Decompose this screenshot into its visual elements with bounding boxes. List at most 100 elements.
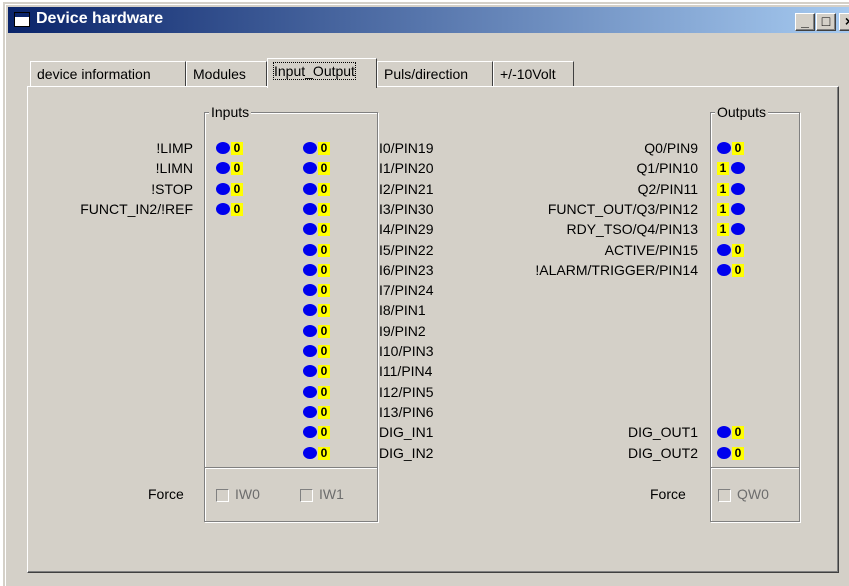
force-iw0-label: IW0: [235, 486, 260, 502]
led-dot-icon: [303, 263, 317, 276]
outputs-force-label: Force: [650, 486, 686, 502]
led-value: 0: [732, 142, 744, 155]
led-dot-icon: [717, 263, 731, 276]
window-title: Device hardware: [36, 10, 164, 27]
led-value: 0: [732, 243, 744, 257]
led-dot-icon: [303, 385, 317, 398]
tab-puls-direction[interactable]: Puls/direction: [377, 61, 493, 86]
inputs-group-caption: Inputs: [209, 104, 252, 120]
led-value: 0: [318, 243, 330, 257]
led-value: 0: [318, 446, 330, 460]
input-led: 0: [301, 343, 335, 360]
input-led: 0: [301, 160, 335, 177]
output-signal-label: Q1/PIN10: [636, 160, 698, 177]
force-iw1-checkbox[interactable]: [300, 489, 313, 502]
input-led: 0: [301, 424, 335, 441]
led-dot-icon: [303, 324, 317, 337]
force-qw0-label: QW0: [737, 486, 769, 502]
led-value: 0: [318, 202, 330, 216]
led-dot-icon: [731, 162, 745, 175]
led-dot-icon: [216, 202, 230, 215]
output-led: 0: [715, 242, 749, 259]
led-dot-icon: [303, 142, 317, 154]
outputs-group-caption: Outputs: [715, 104, 769, 120]
tab-modules[interactable]: Modules: [186, 61, 267, 86]
tab-device-information[interactable]: device information: [30, 61, 186, 86]
input-led: 0: [214, 140, 248, 157]
led-value: 1: [717, 202, 729, 216]
output-signal-label: Q2/PIN11: [637, 180, 698, 197]
led-value: 0: [231, 202, 243, 216]
input-signal-label: I6/PIN23: [379, 261, 434, 278]
output-signal-label: RDY_TSO/Q4/PIN13: [566, 221, 699, 238]
led-value: 0: [231, 142, 243, 155]
output-signal-label: ACTIVE/PIN15: [604, 241, 698, 258]
input-signal-label: I2/PIN21: [379, 180, 434, 197]
led-dot-icon: [303, 405, 317, 418]
input-led: 0: [301, 201, 335, 218]
led-dot-icon: [731, 202, 745, 215]
output-led: 1: [715, 221, 749, 238]
input-led: 0: [301, 282, 335, 299]
close-button[interactable]: ×: [839, 13, 849, 31]
led-value: 0: [318, 365, 330, 379]
title-bar[interactable]: Device hardware _ □ ×: [8, 7, 849, 33]
outputs-force-separator: [711, 467, 799, 469]
output-signal-label: DIG_OUT1: [627, 424, 698, 441]
output-led: 0: [715, 424, 749, 441]
input-signal-label: DIG_IN2: [379, 444, 434, 461]
led-dot-icon: [303, 243, 317, 256]
input-led: 0: [301, 242, 335, 259]
input-signal-label: FUNCT_IN2/!REF: [80, 200, 193, 217]
led-dot-icon: [303, 446, 317, 459]
output-led: 1: [715, 201, 749, 218]
led-dot-icon: [303, 182, 317, 195]
input-led: 0: [301, 221, 335, 238]
input-led: 0: [301, 445, 335, 462]
input-signal-label: I11/PIN4: [379, 363, 433, 380]
input-signal-label: I9/PIN2: [379, 322, 426, 339]
led-value: 0: [318, 142, 330, 155]
tab-input-output[interactable]: Input_Output: [267, 58, 377, 88]
input-led: 0: [301, 323, 335, 340]
led-dot-icon: [303, 284, 317, 297]
led-value: 0: [318, 385, 330, 399]
led-dot-icon: [303, 345, 317, 357]
maximize-button[interactable]: □: [816, 13, 836, 31]
led-dot-icon: [303, 162, 317, 175]
output-led: 0: [715, 140, 749, 157]
input-signal-label: I3/PIN30: [379, 200, 434, 217]
input-signal-label: I1/PIN20: [379, 160, 434, 177]
input-output-panel: Inputs Outputs !LIMP 0 !LIMN 0 !STOP 0 FUNCT_I…: [27, 86, 839, 573]
inputs-force-separator: [205, 467, 377, 469]
input-led: 0: [301, 302, 335, 319]
force-iw0-checkbox[interactable]: [216, 489, 229, 502]
input-signal-label: !STOP: [151, 180, 193, 197]
input-led: 0: [214, 201, 248, 218]
led-value: 0: [732, 263, 744, 277]
minimize-button[interactable]: _: [795, 13, 815, 31]
led-value: 0: [318, 284, 330, 298]
input-led: 0: [301, 404, 335, 421]
led-value: 0: [318, 263, 330, 277]
input-signal-label: I4/PIN29: [379, 221, 434, 238]
led-dot-icon: [717, 446, 731, 459]
output-led: 0: [715, 262, 749, 279]
output-signal-label: DIG_OUT2: [627, 444, 698, 461]
inputs-force-label: Force: [148, 486, 184, 502]
led-dot-icon: [216, 142, 230, 154]
led-value: 0: [318, 426, 330, 440]
led-dot-icon: [303, 365, 317, 378]
led-dot-icon: [717, 243, 731, 256]
force-qw0-checkbox[interactable]: [718, 489, 731, 502]
led-value: 0: [318, 162, 330, 176]
input-led: 0: [214, 181, 248, 198]
led-value: 1: [717, 162, 729, 176]
led-value: 0: [318, 405, 330, 419]
input-led: 0: [301, 384, 335, 401]
input-led: 0: [301, 363, 335, 380]
tab-10volt[interactable]: +/-10Volt: [493, 61, 574, 86]
led-dot-icon: [303, 304, 317, 317]
input-signal-label: !LIMN: [155, 160, 193, 177]
input-signal-label: I7/PIN24: [379, 282, 434, 299]
